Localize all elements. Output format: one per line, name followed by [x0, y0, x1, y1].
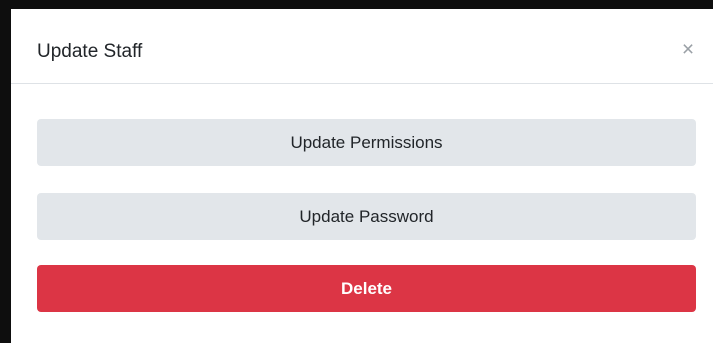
screen: Update Staff × Update Permissions Update…	[0, 0, 713, 343]
delete-button[interactable]: Delete	[37, 265, 696, 312]
update-permissions-button[interactable]: Update Permissions	[37, 119, 696, 166]
update-staff-modal: Update Staff × Update Permissions Update…	[11, 9, 713, 343]
backdrop-left	[0, 0, 11, 343]
modal-header: Update Staff ×	[11, 9, 713, 84]
close-icon[interactable]: ×	[677, 39, 699, 61]
update-password-button[interactable]: Update Password	[37, 193, 696, 240]
backdrop-top	[0, 0, 713, 9]
modal-title: Update Staff	[37, 41, 143, 62]
